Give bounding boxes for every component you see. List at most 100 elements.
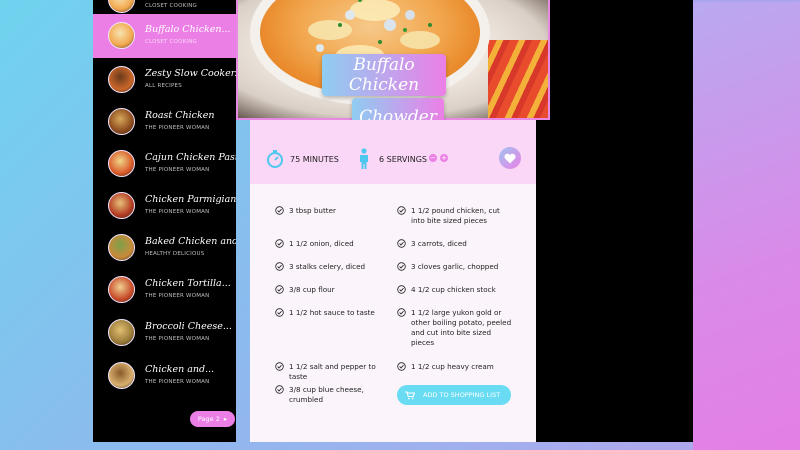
ingredient-item[interactable]: 3/8 cup blue cheese, crumbled xyxy=(275,385,393,405)
recipe-item-title: Baked Chicken and... xyxy=(145,236,236,247)
recipe-item-title: Buffalo Chicken... xyxy=(145,24,231,35)
check-circle-icon[interactable] xyxy=(275,239,284,248)
ingredient-text: 3 cloves garlic, chopped xyxy=(411,262,499,271)
recipe-list-sidebar: CLOSET COOKING Buffalo Chicken... CLOSET C… xyxy=(93,0,236,442)
stopwatch-icon xyxy=(267,150,283,168)
check-circle-icon[interactable] xyxy=(397,285,406,294)
ingredient-item[interactable]: 3/8 cup flour xyxy=(275,285,393,295)
ingredient-item[interactable]: 1 1/2 onion, diced xyxy=(275,239,393,249)
check-circle-icon[interactable] xyxy=(275,206,284,215)
ingredient-text: 4 1/2 cup chicken stock xyxy=(411,285,496,294)
minutes-label: 75 MINUTES xyxy=(290,154,339,164)
ingredient-text: 1 1/2 cup heavy cream xyxy=(411,362,494,371)
ingredient-text: 3 carrots, diced xyxy=(411,239,467,248)
recipe-thumbnail xyxy=(108,192,135,219)
cook-time: 75 MINUTES xyxy=(266,149,339,169)
recipe-thumbnail xyxy=(108,276,135,303)
ingredient-item[interactable]: 3 carrots, diced xyxy=(397,239,515,249)
ingredient-item[interactable]: 1 1/2 pound chicken, cut into bite sized… xyxy=(397,206,515,226)
recipe-list-item[interactable]: Roast Chicken THE PIONEER WOMAN xyxy=(93,100,236,144)
increase-servings-button[interactable]: + xyxy=(440,154,448,162)
ingredient-item[interactable]: 1 1/2 cup heavy cream xyxy=(397,362,515,372)
ingredient-text: 1 1/2 hot sauce to taste xyxy=(289,308,375,317)
recipe-list-item[interactable]: Chicken Tortilla... THE PIONEER WOMAN xyxy=(93,268,236,312)
recipe-thumbnail xyxy=(108,66,135,93)
check-circle-icon[interactable] xyxy=(397,308,406,317)
shopping-button-label: ADD TO SHOPPING LIST xyxy=(423,391,501,399)
check-circle-icon[interactable] xyxy=(397,239,406,248)
heart-icon xyxy=(504,153,516,163)
recipe-details-card: 75 MINUTES 6 SERVINGS − + 3 tbsp butter 1… xyxy=(250,120,536,442)
check-circle-icon[interactable] xyxy=(275,308,284,317)
recipe-list-item[interactable]: Chicken Parmigiana... THE PIONEER WOMAN xyxy=(93,184,236,228)
recipe-list-item[interactable]: Chicken and... THE PIONEER WOMAN xyxy=(93,354,236,398)
recipe-list-item[interactable]: Buffalo Chicken... CLOSET COOKING xyxy=(93,14,236,58)
check-circle-icon[interactable] xyxy=(397,262,406,271)
check-circle-icon[interactable] xyxy=(275,262,284,271)
recipe-item-source: HEALTHY DELICIOUS xyxy=(145,251,205,257)
ingredient-item[interactable]: 3 tbsp butter xyxy=(275,206,393,216)
recipe-item-source: CLOSET COOKING xyxy=(145,39,198,45)
recipe-list-item[interactable]: Zesty Slow Cooker... ALL RECIPES xyxy=(93,58,236,102)
recipe-item-title: Roast Chicken xyxy=(145,110,215,121)
check-circle-icon[interactable] xyxy=(275,285,284,294)
recipe-item-title: Chicken Tortilla... xyxy=(145,278,231,289)
recipe-item-source: THE PIONEER WOMAN xyxy=(145,336,210,342)
ingredient-text: 1 1/2 pound chicken, cut into bite sized… xyxy=(411,206,500,225)
recipe-item-source: THE PIONEER WOMAN xyxy=(145,379,210,385)
ingredient-item[interactable]: 3 cloves garlic, chopped xyxy=(397,262,515,272)
recipe-item-title: Chicken Parmigiana... xyxy=(145,194,236,205)
recipe-thumbnail xyxy=(108,0,135,13)
recipe-item-source: THE PIONEER WOMAN xyxy=(145,167,210,173)
check-circle-icon[interactable] xyxy=(275,362,284,371)
ingredient-item[interactable]: 1 1/2 large yukon gold or other boiling … xyxy=(397,308,515,348)
recipe-item-source: CLOSET COOKING xyxy=(145,3,198,9)
page-button-label: Page 2 xyxy=(197,415,220,423)
decrease-servings-button[interactable]: − xyxy=(429,154,437,162)
ingredient-item[interactable]: 1 1/2 hot sauce to taste xyxy=(275,308,393,318)
ingredient-text: 1 1/2 salt and pepper to taste xyxy=(289,362,376,381)
recipe-stats-bar: 75 MINUTES 6 SERVINGS − + xyxy=(250,120,536,184)
ingredient-item[interactable]: 3 stalks celery, diced xyxy=(275,262,393,272)
ingredient-item[interactable]: 4 1/2 cup chicken stock xyxy=(397,285,515,295)
divider xyxy=(693,0,800,2)
recipe-item-source: THE PIONEER WOMAN xyxy=(145,209,210,215)
check-circle-icon[interactable] xyxy=(397,206,406,215)
favorite-button[interactable] xyxy=(499,147,521,169)
cart-icon xyxy=(405,390,415,399)
recipe-item-title: Chicken and... xyxy=(145,364,215,375)
servings-label: 6 SERVINGS xyxy=(379,154,427,164)
ingredient-text: 1 1/2 large yukon gold or other boiling … xyxy=(411,308,512,347)
recipe-item-title: Broccoli Cheese... xyxy=(145,321,232,332)
recipe-thumbnail xyxy=(108,108,135,135)
recipe-list-item[interactable]: Broccoli Cheese... THE PIONEER WOMAN xyxy=(93,311,236,355)
recipe-thumbnail xyxy=(108,150,135,177)
person-icon xyxy=(360,148,368,169)
napkin-image xyxy=(488,40,548,118)
recipe-item-source: ALL RECIPES xyxy=(145,83,182,89)
ingredient-text: 3 stalks celery, diced xyxy=(289,262,366,271)
ingredient-text: 3 tbsp butter xyxy=(289,206,336,215)
servings: 6 SERVINGS xyxy=(357,148,427,170)
ingredient-text: 1 1/2 onion, diced xyxy=(289,239,354,248)
recipe-thumbnail xyxy=(108,319,135,346)
arrow-right-icon: ▸ xyxy=(223,415,228,423)
recipe-list-item[interactable]: Cajun Chicken Pasta... THE PIONEER WOMAN xyxy=(93,142,236,186)
next-page-button[interactable]: Page 2 ▸ xyxy=(190,411,235,427)
recipe-item-title: Zesty Slow Cooker... xyxy=(145,68,236,79)
recipe-item-source: THE PIONEER WOMAN xyxy=(145,125,210,131)
ingredient-text: 3/8 cup blue cheese, crumbled xyxy=(289,385,364,404)
black-panel xyxy=(536,0,693,442)
recipe-item-source: THE PIONEER WOMAN xyxy=(145,293,210,299)
check-circle-icon[interactable] xyxy=(397,362,406,371)
recipe-title-line1: Buffalo Chicken xyxy=(322,54,446,96)
ingredient-text: 3/8 cup flour xyxy=(289,285,335,294)
recipe-list-item[interactable]: Baked Chicken and... HEALTHY DELICIOUS xyxy=(93,226,236,270)
add-to-shopping-list-button[interactable]: ADD TO SHOPPING LIST xyxy=(397,385,511,405)
recipe-thumbnail xyxy=(108,234,135,261)
background-gradient-right xyxy=(693,0,800,450)
ingredient-item[interactable]: 1 1/2 salt and pepper to taste xyxy=(275,362,393,382)
recipe-item-title: Cajun Chicken Pasta... xyxy=(145,152,236,163)
check-circle-icon[interactable] xyxy=(275,385,284,394)
recipe-thumbnail xyxy=(108,22,135,49)
